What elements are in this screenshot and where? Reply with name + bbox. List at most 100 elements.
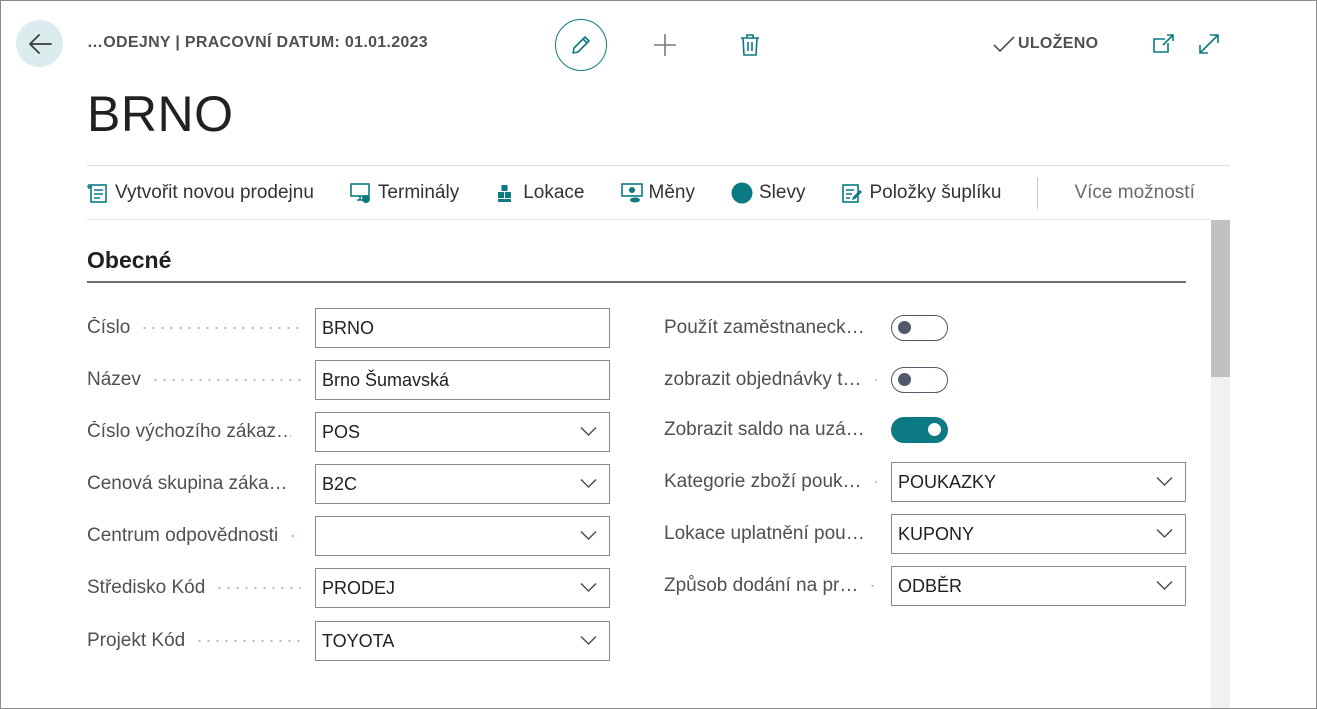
action-label: Měny	[648, 182, 695, 203]
input-value: ODBĚR	[898, 575, 963, 596]
section-title: Obecné	[87, 247, 172, 273]
field-voucher-redemption-location: Lokace uplatnění pou… KUPONY	[664, 514, 1186, 554]
checkmark-icon	[993, 36, 1015, 53]
project-code-select[interactable]: TOYOTA	[315, 621, 610, 661]
new-document-icon	[87, 182, 109, 204]
show-balance-toggle[interactable]	[891, 417, 948, 443]
action-terminals[interactable]: Terminály	[350, 182, 459, 204]
input-value: Brno Šumavská	[322, 369, 450, 390]
leader-dots	[150, 379, 301, 381]
action-label: Lokace	[523, 182, 585, 203]
chevron-down-icon	[1156, 580, 1173, 591]
field-label: Číslo výchozího zákaz…	[87, 421, 291, 442]
leader-dots	[874, 429, 877, 431]
leader-dots	[874, 327, 877, 329]
input-value: PRODEJ	[322, 577, 396, 598]
action-label: Terminály	[377, 182, 460, 203]
default-customer-select[interactable]: POS	[315, 412, 610, 452]
action-currencies[interactable]: Měny	[620, 182, 695, 204]
department-code-select[interactable]: PRODEJ	[315, 568, 610, 608]
action-label: Slevy	[758, 182, 806, 203]
action-discounts[interactable]: Slevy	[731, 182, 805, 204]
field-label: Centrum odpovědnosti	[87, 525, 279, 546]
field-label: Zobrazit saldo na uzá…	[664, 419, 865, 440]
chevron-down-icon	[1156, 528, 1173, 539]
field-label: Název	[87, 369, 141, 390]
chevron-down-icon	[580, 478, 597, 489]
scrollbar-thumb[interactable]	[1211, 220, 1230, 377]
leader-dots	[297, 483, 301, 485]
input-value: TOYOTA	[322, 630, 395, 651]
chevron-down-icon	[580, 530, 597, 541]
redemption-location-select[interactable]: KUPONY	[891, 514, 1186, 554]
field-label: Cenová skupina záka…	[87, 473, 288, 494]
leader-dots	[288, 535, 301, 537]
new-button[interactable]	[651, 31, 679, 59]
action-drawer-items[interactable]: Položky šuplíku	[841, 182, 1001, 204]
use-employee-toggle[interactable]	[891, 315, 948, 341]
shipment-method-select[interactable]: ODBĚR	[891, 566, 1186, 606]
toggle-knob	[898, 373, 911, 386]
toggle-knob	[928, 423, 941, 436]
leader-dots	[874, 533, 877, 535]
field-label: Kategorie zboží pouk…	[664, 471, 862, 492]
field-use-employee: Použít zaměstnaneck…	[664, 308, 948, 348]
pencil-icon	[572, 36, 590, 54]
action-separator	[1037, 177, 1039, 209]
show-orders-toggle[interactable]	[891, 367, 948, 393]
chevron-down-icon	[580, 582, 597, 593]
field-label: zobrazit objednávky t…	[664, 369, 862, 390]
field-label: Způsob dodání na pr…	[664, 575, 859, 596]
leader-dots	[215, 587, 301, 589]
drawer-items-icon	[841, 182, 863, 204]
back-button[interactable]	[16, 20, 63, 67]
delete-button[interactable]	[738, 32, 762, 58]
action-label: Položky šuplíku	[869, 182, 1002, 203]
chevron-down-icon	[1156, 476, 1173, 487]
terminal-icon	[350, 182, 372, 204]
divider	[87, 219, 1211, 220]
edit-button[interactable]	[555, 19, 607, 71]
more-options-button[interactable]: Více možností	[1074, 182, 1194, 204]
page-title: BRNO	[87, 86, 234, 142]
chevron-down-icon	[580, 426, 597, 437]
leader-dots	[871, 481, 877, 483]
saved-status: ULOŽENO	[992, 34, 1098, 54]
leader-dots	[868, 585, 877, 587]
field-project-code: Projekt Kód TOYOTA	[87, 621, 610, 661]
field-label: Číslo	[87, 317, 131, 338]
field-show-orders: zobrazit objednávky t…	[664, 360, 948, 400]
price-group-select[interactable]: B2C	[315, 464, 610, 504]
action-locations[interactable]: Lokace	[495, 182, 585, 204]
field-responsibility-center: Centrum odpovědnosti	[87, 516, 610, 556]
field-label: Středisko Kód	[87, 577, 206, 598]
number-input[interactable]: BRNO	[315, 308, 610, 348]
field-department-code: Středisko Kód PRODEJ	[87, 568, 610, 608]
name-input[interactable]: Brno Šumavská	[315, 360, 610, 400]
breadcrumb: …ODEJNY | PRACOVNÍ DATUM: 01.01.2023	[87, 34, 429, 51]
field-show-balance: Zobrazit saldo na uzá…	[664, 410, 948, 450]
input-value: KUPONY	[898, 523, 975, 544]
popout-icon	[1153, 34, 1174, 53]
action-label: Vytvořit novou prodejnu	[115, 182, 314, 203]
field-number: Číslo BRNO	[87, 308, 610, 348]
field-default-customer: Číslo výchozího zákaz… POS	[87, 412, 610, 452]
responsibility-center-select[interactable]	[315, 516, 610, 556]
input-value: POS	[322, 421, 361, 442]
field-name: Název Brno Šumavská	[87, 360, 610, 400]
expand-button[interactable]	[1197, 32, 1221, 56]
input-value: POUKAZKY	[898, 471, 997, 492]
input-value: B2C	[322, 473, 358, 494]
voucher-category-select[interactable]: POUKAZKY	[891, 462, 1186, 502]
section-rule	[87, 281, 1186, 283]
open-in-new-window-button[interactable]	[1151, 32, 1175, 56]
action-create-store[interactable]: Vytvořit novou prodejnu	[87, 182, 314, 204]
field-voucher-item-category: Kategorie zboží pouk… POUKAZKY	[664, 462, 1186, 502]
currency-icon	[620, 182, 643, 204]
arrow-left-icon	[28, 33, 52, 54]
field-label: Lokace uplatnění pou…	[664, 523, 865, 544]
discount-icon	[731, 182, 753, 204]
field-shipment-method: Způsob dodání na pr… ODBĚR	[664, 566, 1186, 606]
saved-label: ULOŽENO	[1018, 35, 1099, 52]
leader-dots	[140, 327, 301, 329]
